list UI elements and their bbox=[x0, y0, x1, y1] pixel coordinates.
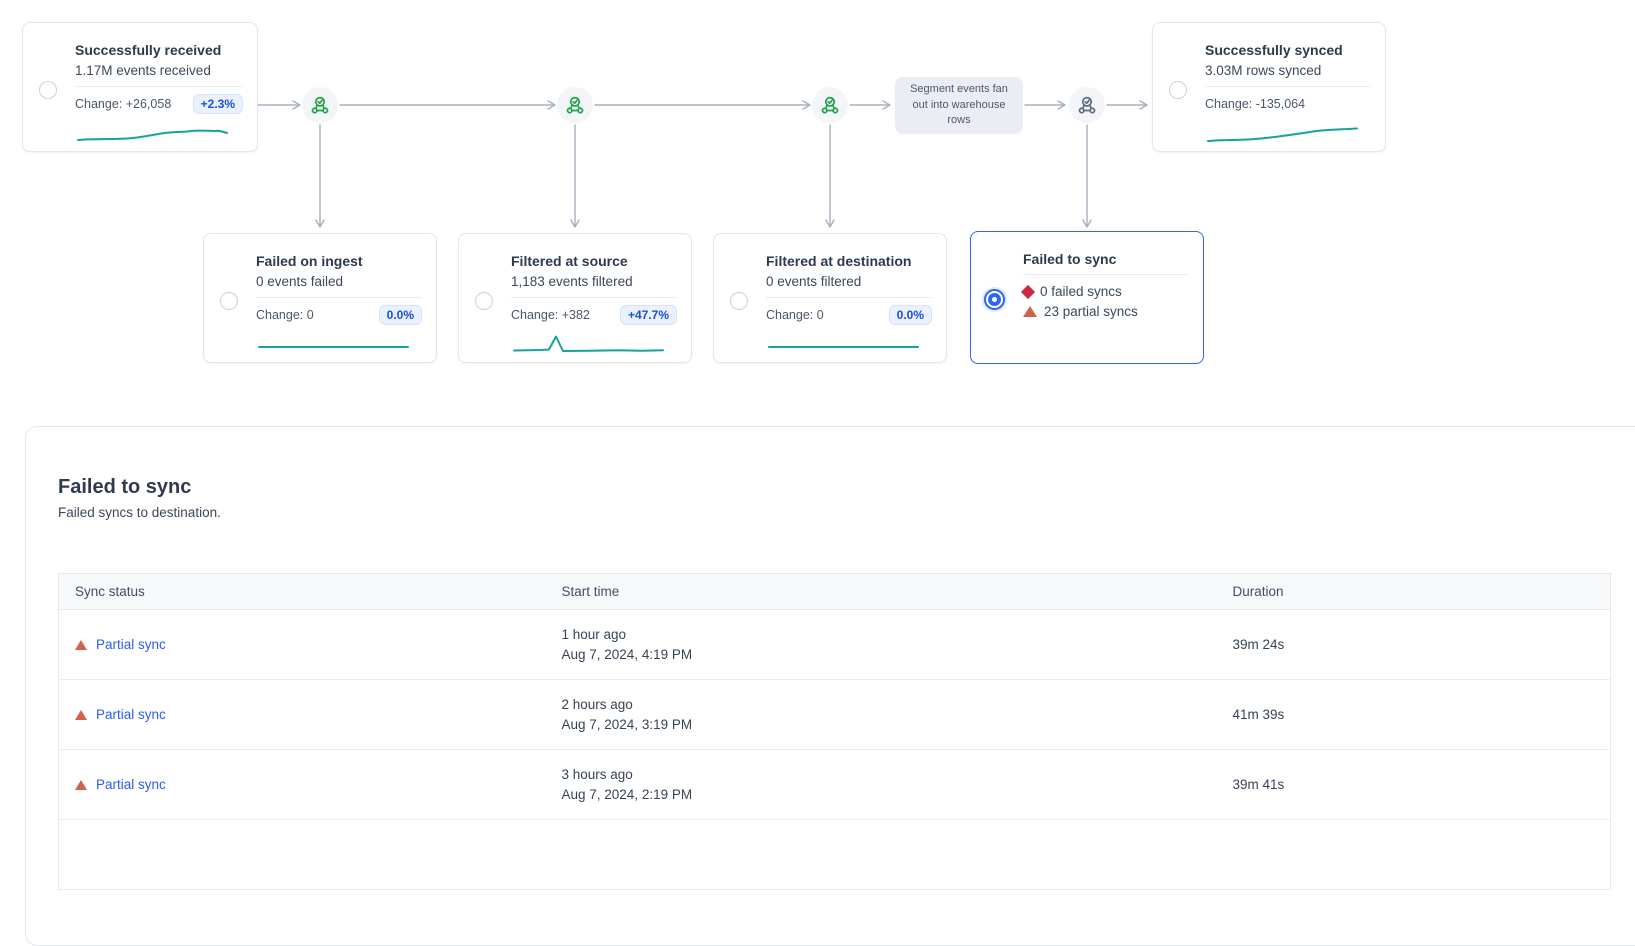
card-title: Failed to sync bbox=[1023, 249, 1189, 269]
duration-value: 41m 39s bbox=[1217, 680, 1611, 750]
synced-sparkline bbox=[1205, 122, 1361, 146]
card-subtitle: 0 events filtered bbox=[766, 271, 932, 292]
table-row: Partial sync 3 hours ago Aug 7, 2024, 2:… bbox=[59, 750, 1611, 820]
warning-triangle-icon bbox=[75, 640, 87, 650]
timestamp: Aug 7, 2024, 4:19 PM bbox=[562, 645, 1201, 665]
card-subtitle: 0 events failed bbox=[256, 271, 422, 292]
panel-description: Failed syncs to destination. bbox=[58, 505, 221, 520]
relative-time: 1 hour ago bbox=[562, 625, 1201, 645]
column-duration: Duration bbox=[1217, 574, 1611, 610]
change-label: Change: 0 bbox=[256, 308, 314, 322]
panel-title: Failed to sync bbox=[58, 476, 191, 499]
network-check-icon bbox=[819, 94, 841, 116]
warning-triangle-icon bbox=[1023, 306, 1037, 317]
sync-table: Sync status Start time Duration Partial … bbox=[58, 573, 1611, 890]
failed-ingest-sparkline bbox=[256, 333, 412, 357]
partial-sync-link[interactable]: Partial sync bbox=[96, 777, 166, 792]
card-failed-on-ingest[interactable]: Failed on ingest 0 events failed Change:… bbox=[203, 233, 437, 363]
fanout-note: Segment events fan out into warehouse ro… bbox=[895, 77, 1023, 134]
warning-triangle-icon bbox=[75, 710, 87, 720]
card-subtitle: 1,183 events filtered bbox=[511, 271, 677, 292]
change-badge: 0.0% bbox=[889, 305, 932, 325]
card-filtered-at-destination[interactable]: Filtered at destination 0 events filtere… bbox=[713, 233, 947, 363]
received-sparkline bbox=[75, 122, 231, 146]
duration-value: 39m 24s bbox=[1217, 610, 1611, 680]
change-badge: +47.7% bbox=[620, 305, 677, 325]
failed-syncs-label: 0 failed syncs bbox=[1040, 282, 1122, 301]
duration-value: 39m 41s bbox=[1217, 750, 1611, 820]
network-check-icon bbox=[564, 94, 586, 116]
connector-node-3 bbox=[812, 87, 848, 123]
filtered-destination-sparkline bbox=[766, 333, 922, 357]
radio-icon[interactable] bbox=[1169, 81, 1187, 99]
card-title: Successfully synced bbox=[1205, 40, 1371, 60]
network-check-icon bbox=[1076, 94, 1098, 116]
filtered-source-sparkline bbox=[511, 333, 667, 357]
warning-triangle-icon bbox=[75, 780, 87, 790]
fanout-note-text: Segment events fan out into warehouse ro… bbox=[907, 82, 1011, 128]
divider bbox=[766, 297, 932, 298]
change-label: Change: +26,058 bbox=[75, 97, 171, 111]
change-badge: 0.0% bbox=[379, 305, 422, 325]
radio-icon[interactable] bbox=[730, 292, 748, 310]
table-row-partial bbox=[59, 820, 1611, 890]
card-filtered-at-source[interactable]: Filtered at source 1,183 events filtered… bbox=[458, 233, 692, 363]
connector-node-4 bbox=[1069, 87, 1105, 123]
divider bbox=[75, 86, 243, 87]
divider bbox=[511, 297, 677, 298]
column-start-time: Start time bbox=[546, 574, 1217, 610]
pipeline-diagram: Segment events fan out into warehouse ro… bbox=[0, 0, 1635, 410]
card-subtitle: 1.17M events received bbox=[75, 60, 243, 81]
card-title: Filtered at destination bbox=[766, 251, 932, 271]
radio-icon[interactable] bbox=[39, 81, 57, 99]
change-badge: +2.3% bbox=[193, 94, 243, 114]
change-label: Change: +382 bbox=[511, 308, 590, 322]
change-label: Change: -135,064 bbox=[1205, 97, 1305, 111]
table-header-row: Sync status Start time Duration bbox=[59, 574, 1611, 610]
divider bbox=[256, 297, 422, 298]
card-successfully-synced[interactable]: Successfully synced 3.03M rows synced Ch… bbox=[1152, 22, 1386, 152]
card-failed-to-sync[interactable]: Failed to sync 0 failed syncs 23 partial… bbox=[970, 231, 1204, 364]
network-check-icon bbox=[309, 94, 331, 116]
relative-time: 3 hours ago bbox=[562, 765, 1201, 785]
divider bbox=[1205, 86, 1371, 87]
partial-sync-link[interactable]: Partial sync bbox=[96, 707, 166, 722]
relative-time: 2 hours ago bbox=[562, 695, 1201, 715]
card-successfully-received[interactable]: Successfully received 1.17M events recei… bbox=[22, 22, 258, 152]
column-sync-status: Sync status bbox=[59, 574, 546, 610]
divider bbox=[1023, 274, 1189, 275]
connector-node-2 bbox=[557, 87, 593, 123]
diamond-icon bbox=[1021, 284, 1035, 298]
table-row: Partial sync 1 hour ago Aug 7, 2024, 4:1… bbox=[59, 610, 1611, 680]
partial-sync-link[interactable]: Partial sync bbox=[96, 637, 166, 652]
connector-node-1 bbox=[302, 87, 338, 123]
radio-icon[interactable] bbox=[475, 292, 493, 310]
card-title: Successfully received bbox=[75, 40, 243, 60]
table-row: Partial sync 2 hours ago Aug 7, 2024, 3:… bbox=[59, 680, 1611, 750]
change-label: Change: 0 bbox=[766, 308, 824, 322]
failed-to-sync-panel: Failed to sync Failed syncs to destinati… bbox=[25, 426, 1635, 946]
partial-syncs-label: 23 partial syncs bbox=[1044, 302, 1138, 321]
card-subtitle: 3.03M rows synced bbox=[1205, 60, 1371, 81]
card-title: Failed on ingest bbox=[256, 251, 422, 271]
radio-icon[interactable] bbox=[220, 292, 238, 310]
card-title: Filtered at source bbox=[511, 251, 677, 271]
timestamp: Aug 7, 2024, 2:19 PM bbox=[562, 785, 1201, 805]
timestamp: Aug 7, 2024, 3:19 PM bbox=[562, 715, 1201, 735]
radio-icon[interactable] bbox=[984, 289, 1005, 310]
